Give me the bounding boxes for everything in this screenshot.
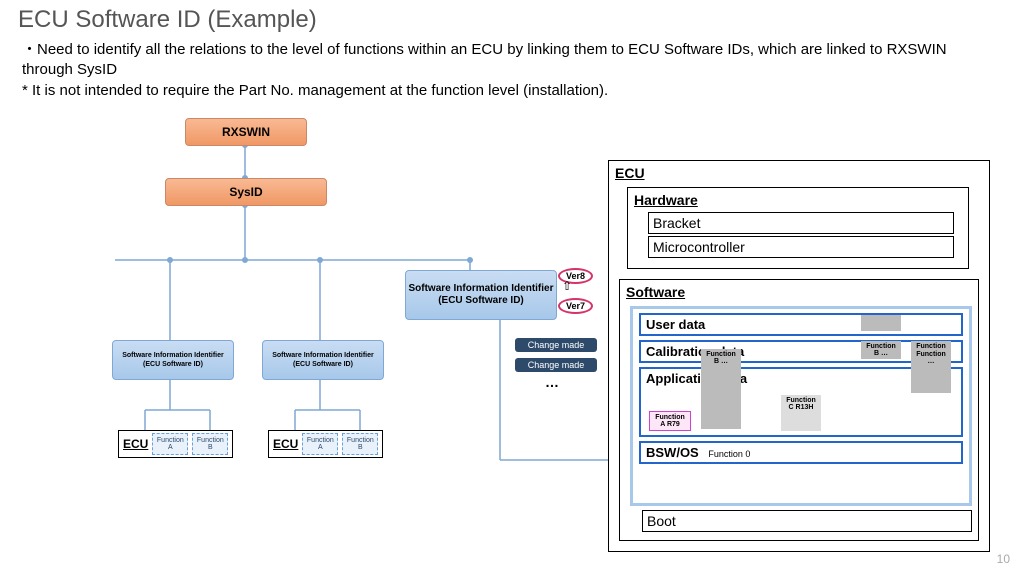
bullet-1: ・Need to identify all the relations to t… [22, 40, 994, 79]
software-stack: User data Calibration data Function … Fu… [630, 306, 972, 506]
node-rxswin: RXSWIN [185, 118, 307, 146]
row-app-data: Application data Function A R79 Function… [639, 367, 963, 437]
panel-ecu: ECU Hardware Bracket Microcontroller Sof… [608, 160, 990, 552]
shadow-fn-generic2: Function … [911, 349, 951, 393]
shadow-fn-b: Function B … [861, 341, 901, 359]
page-title: ECU Software ID (Example) [18, 6, 317, 34]
ecu-box-1: ECU Function A Function B [118, 430, 233, 458]
func-c: Function C R13H [781, 395, 821, 431]
tag-change-1: Change made [515, 338, 597, 352]
slide: ECU Software ID (Example) ・Need to ident… [0, 0, 1024, 576]
bullet-2: * It is not intended to require the Part… [22, 81, 994, 101]
node-swii-main: Software Information Identifier (ECU Sof… [405, 270, 557, 320]
hw-bracket: Bracket [648, 212, 954, 234]
panel-hardware: Hardware Bracket Microcontroller [627, 187, 969, 269]
software-title: Software [626, 284, 972, 300]
node-sysid: SysID [165, 178, 327, 206]
panel-ecu-title: ECU [615, 165, 983, 181]
func-b: Function B [342, 433, 378, 455]
tag-change-2: Change made [515, 358, 597, 372]
ecu-label: ECU [273, 437, 298, 451]
row-bsw: BSW/OS Function 0 [639, 441, 963, 464]
row-user-data: User data [639, 313, 963, 336]
node-swii-2: Software Information Identifier (ECU Sof… [262, 340, 384, 380]
badge-ver7: Ver7 [558, 298, 593, 314]
panel-software: Software User data Calibration data Func… [619, 279, 979, 541]
func-a: Function A [302, 433, 338, 455]
ecu-box-2: ECU Function A Function B [268, 430, 383, 458]
func-a: Function A [152, 433, 188, 455]
func-a-r79: Function A R79 [649, 411, 691, 431]
row-boot: Boot [642, 510, 972, 532]
bsw-label: BSW/OS [646, 445, 699, 460]
page-number: 10 [997, 552, 1010, 566]
hardware-title: Hardware [634, 192, 962, 208]
shadow-fn-b2: Function B … [701, 349, 741, 429]
bullet-list: ・Need to identify all the relations to t… [22, 40, 994, 103]
bsw-fn0: Function 0 [708, 449, 750, 459]
arrow-up-icon: ⇧ [562, 283, 572, 289]
func-b: Function B [192, 433, 228, 455]
ecu-label: ECU [123, 437, 148, 451]
user-data-label: User data [646, 317, 705, 332]
ellipsis: … [545, 374, 559, 390]
shadow-fn [861, 315, 901, 331]
node-swii-1: Software Information Identifier (ECU Sof… [112, 340, 234, 380]
hw-micro: Microcontroller [648, 236, 954, 258]
